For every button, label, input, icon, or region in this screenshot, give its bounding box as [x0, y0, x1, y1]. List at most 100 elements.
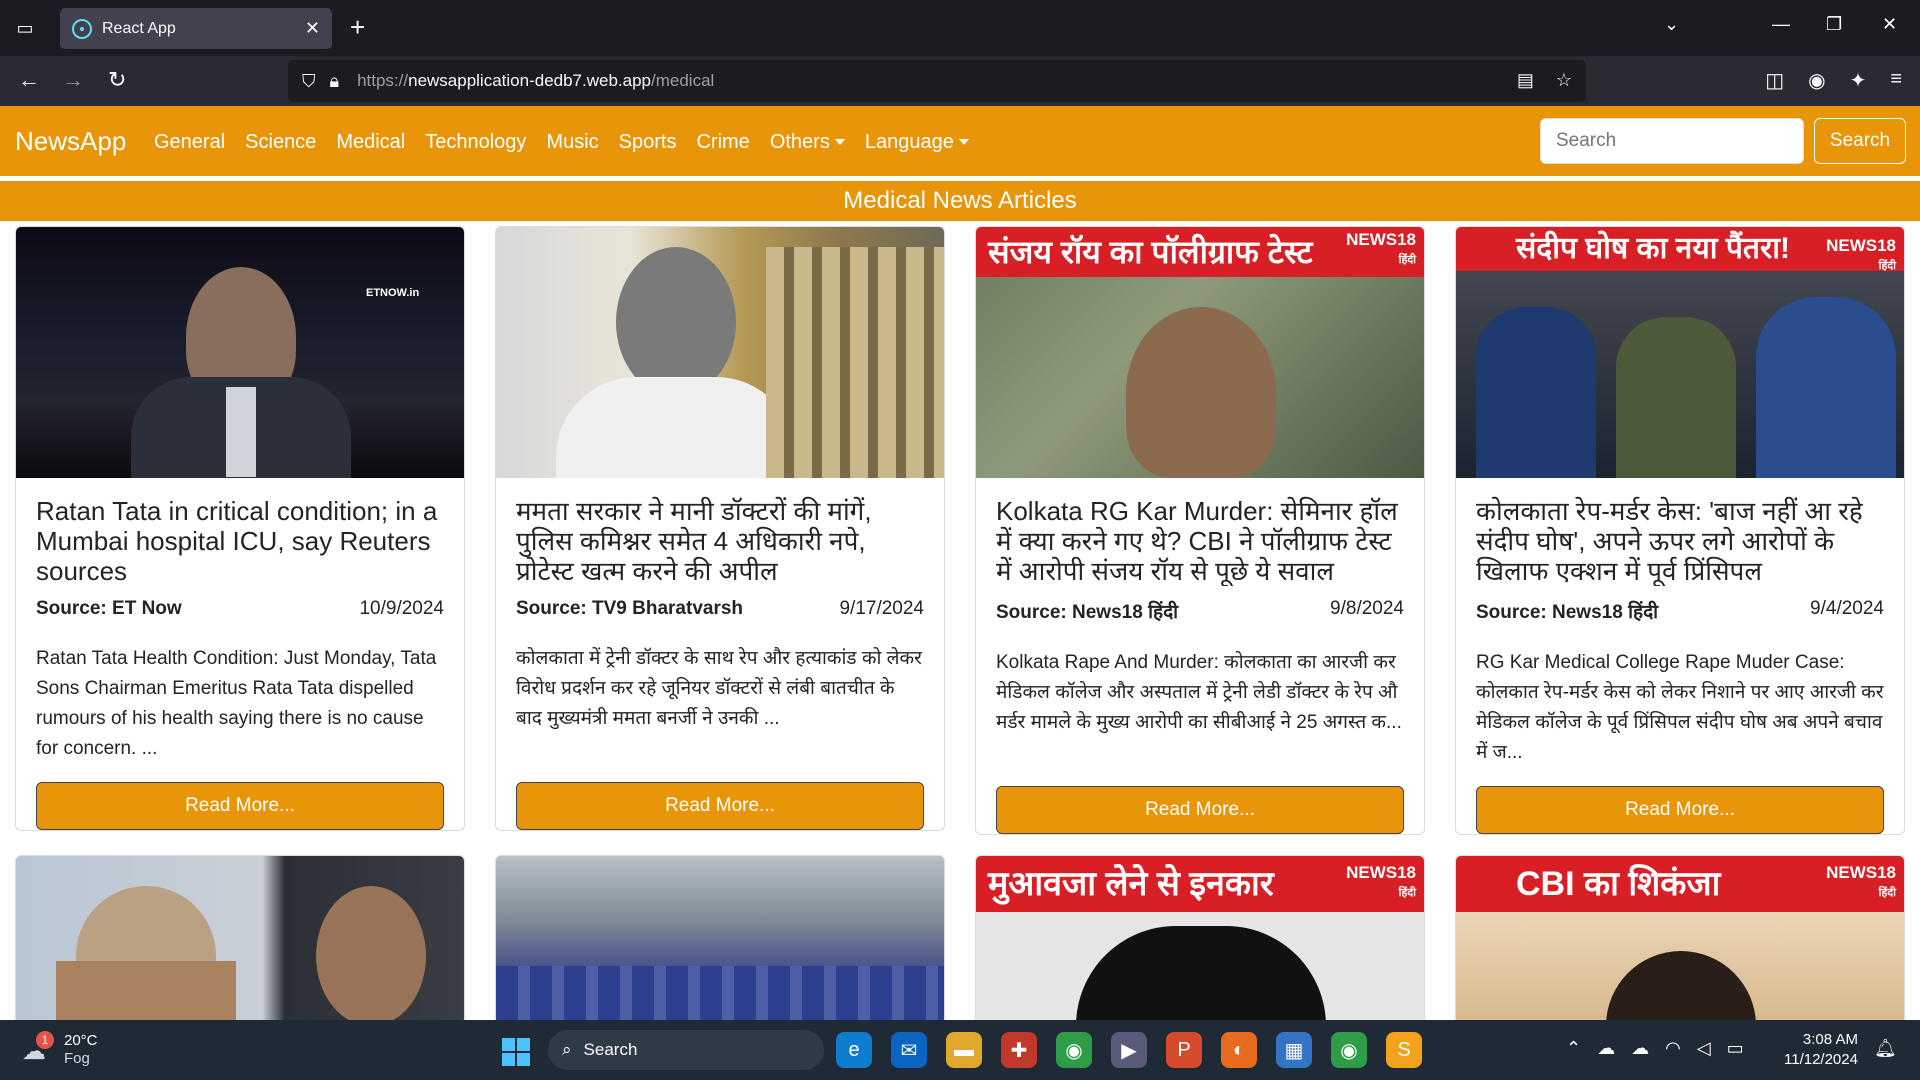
windows-taskbar: ☁ 1 20°C Fog ⌕ Search e ✉ ▬ ✚ ◉ ▶ P ◐ ▦ ◉…: [0, 1020, 1920, 1080]
browser-tab-bar: ▭ React App ✕ + ⌄ — ❐ ✕: [0, 0, 1920, 56]
article-source: Source: ET Now: [36, 598, 182, 619]
article-image: [16, 856, 464, 1024]
nav-language-dropdown[interactable]: Language: [865, 131, 969, 154]
nav-music[interactable]: Music: [546, 131, 598, 154]
nav-sports[interactable]: Sports: [619, 131, 677, 154]
tray-overflow-icon[interactable]: ⌃: [1566, 1038, 1581, 1059]
battery-icon[interactable]: ▭: [1727, 1038, 1744, 1059]
news18-logo: NEWS18 हिंदी: [1826, 236, 1896, 273]
article-description: Ratan Tata Health Condition: Just Monday…: [36, 648, 437, 759]
news-card: मुआवजा लेने से इनकार NEWS18 हिंदी: [975, 855, 1425, 1025]
news18-logo: NEWS18 हिंदी: [1346, 863, 1416, 900]
news-card: संजय रॉय का पॉलीग्राफ टेस्ट NEWS18 हिंदी …: [975, 226, 1425, 835]
firefox-icon[interactable]: ◐: [1221, 1032, 1257, 1068]
article-source: Source: TV9 Bharatvarsh: [516, 598, 744, 619]
file-explorer-icon[interactable]: ▬: [946, 1032, 982, 1068]
nav-science[interactable]: Science: [245, 131, 316, 154]
minimize-icon[interactable]: —: [1772, 14, 1790, 35]
nav-general[interactable]: General: [154, 131, 225, 154]
article-title: कोलकाता रेप-मर्डर केस: 'बाज नहीं आ रहे स…: [1476, 496, 1863, 586]
nav-technology[interactable]: Technology: [425, 131, 526, 154]
tab-overflow-chevron-icon[interactable]: ⌄: [1664, 14, 1679, 35]
read-more-button[interactable]: Read More...: [1476, 786, 1884, 834]
read-more-button[interactable]: Read More...: [36, 782, 444, 830]
article-image: संजय रॉय का पॉलीग्राफ टेस्ट NEWS18 हिंदी: [976, 227, 1424, 478]
menu-hamburger-icon[interactable]: ≡: [1890, 68, 1902, 93]
media-player-icon[interactable]: ▶: [1111, 1032, 1147, 1068]
news18-logo: NEWS18 हिंदी: [1826, 863, 1896, 900]
search-button[interactable]: Search: [1814, 118, 1906, 164]
reader-view-icon[interactable]: ▤: [1517, 70, 1534, 91]
react-favicon-icon: [72, 18, 92, 39]
volume-icon[interactable]: ◁: [1697, 1038, 1711, 1059]
cloud-sync-icon[interactable]: ☁: [1631, 1038, 1649, 1059]
reload-icon[interactable]: ↻: [108, 68, 126, 92]
article-date: 9/8/2024: [1330, 598, 1404, 619]
address-bar[interactable]: ⛉ 🔒︎ https://newsapplication-dedb7.web.a…: [288, 60, 1586, 102]
nav-others-dropdown[interactable]: Others: [770, 131, 845, 154]
sublime-icon[interactable]: S: [1386, 1032, 1422, 1068]
news-card: CBI का शिकंजा NEWS18 हिंदी: [1455, 855, 1905, 1025]
extensions-icon[interactable]: ✦: [1850, 68, 1867, 93]
nav-medical[interactable]: Medical: [336, 131, 405, 154]
article-image: [496, 856, 944, 1024]
back-icon[interactable]: ←: [18, 68, 40, 92]
article-title: Kolkata RG Kar Murder: सेमिनार हॉल में क…: [996, 496, 1398, 586]
pocket-icon[interactable]: ◫: [1765, 68, 1784, 93]
taskbar-search[interactable]: ⌕ Search: [548, 1030, 824, 1070]
article-image: संदीप घोष का नया पैंतरा! NEWS18 हिंदी: [1456, 227, 1904, 478]
tab-list-icon[interactable]: ▭: [12, 16, 38, 40]
article-date: 10/9/2024: [359, 598, 444, 619]
bookmark-star-icon[interactable]: ☆: [1556, 70, 1572, 91]
chrome-icon[interactable]: ◉: [1056, 1032, 1092, 1068]
article-image: [496, 227, 944, 478]
url-text[interactable]: https://newsapplication-dedb7.web.app/me…: [357, 71, 714, 91]
article-date: 9/4/2024: [1810, 598, 1884, 619]
article-image: ETNOW.in: [16, 227, 464, 478]
weather-widget[interactable]: ☁ 1 20°C Fog: [22, 1031, 98, 1068]
search-icon: ⌕: [562, 1040, 572, 1059]
news-card: संदीप घोष का नया पैंतरा! NEWS18 हिंदी कोल…: [1455, 226, 1905, 835]
start-icon[interactable]: [502, 1038, 530, 1066]
new-tab-icon[interactable]: +: [350, 14, 365, 40]
p-app-icon[interactable]: P: [1166, 1032, 1202, 1068]
fog-icon: ☁ 1: [22, 1031, 54, 1065]
article-image: CBI का शिकंजा NEWS18 हिंदी: [1456, 856, 1904, 1024]
article-title: ममता सरकार ने मानी डॉक्टरों की मांगें, प…: [516, 496, 872, 586]
tab-title: React App: [102, 19, 176, 37]
page-heading: Medical News Articles: [0, 181, 1920, 221]
outlook-icon[interactable]: ✉: [891, 1032, 927, 1068]
article-title: Ratan Tata in critical condition; in a M…: [36, 496, 438, 586]
restore-icon[interactable]: ❐: [1826, 14, 1842, 35]
news-card: ममता सरकार ने मानी डॉक्टरों की मांगें, प…: [495, 226, 945, 831]
shield-icon[interactable]: ⛉: [302, 71, 316, 92]
lock-icon[interactable]: 🔒︎: [330, 71, 340, 92]
gift-icon[interactable]: ✚: [1001, 1032, 1037, 1068]
onedrive-icon[interactable]: ☁: [1597, 1038, 1615, 1059]
nav-crime[interactable]: Crime: [696, 131, 749, 154]
wifi-icon[interactable]: ◠: [1665, 1038, 1681, 1059]
article-description: कोलकाता में ट्रेनी डॉक्टर के साथ रेप और …: [516, 648, 922, 729]
article-date: 9/17/2024: [839, 598, 924, 619]
read-more-button[interactable]: Read More...: [516, 782, 924, 830]
close-window-icon[interactable]: ✕: [1882, 14, 1897, 35]
search-input[interactable]: [1540, 118, 1804, 164]
category-menu: General Science Medical Technology Music…: [154, 131, 969, 154]
app-navbar: NewsApp General Science Medical Technolo…: [0, 106, 1920, 176]
edge-icon[interactable]: e: [836, 1032, 872, 1068]
browser-tab[interactable]: React App ✕: [60, 8, 332, 49]
read-more-button[interactable]: Read More...: [996, 786, 1404, 834]
forward-icon[interactable]: →: [62, 68, 84, 92]
news-card: [495, 855, 945, 1025]
news-card: [15, 855, 465, 1025]
chrome-profile-icon[interactable]: ◉: [1331, 1032, 1367, 1068]
article-description: RG Kar Medical College Rape Muder Case: …: [1476, 652, 1884, 763]
account-icon[interactable]: ◉: [1808, 68, 1825, 93]
store-icon[interactable]: ▦: [1276, 1032, 1312, 1068]
tab-close-icon[interactable]: ✕: [305, 18, 320, 39]
clock[interactable]: 3:08 AM 11/12/2024: [1784, 1030, 1858, 1070]
brand-logo[interactable]: NewsApp: [15, 126, 126, 157]
notification-bell-icon[interactable]: 🔔︎: [1874, 1038, 1897, 1059]
article-image: मुआवजा लेने से इनकार NEWS18 हिंदी: [976, 856, 1424, 1024]
article-source: Source: News18 हिंदी: [996, 602, 1179, 623]
